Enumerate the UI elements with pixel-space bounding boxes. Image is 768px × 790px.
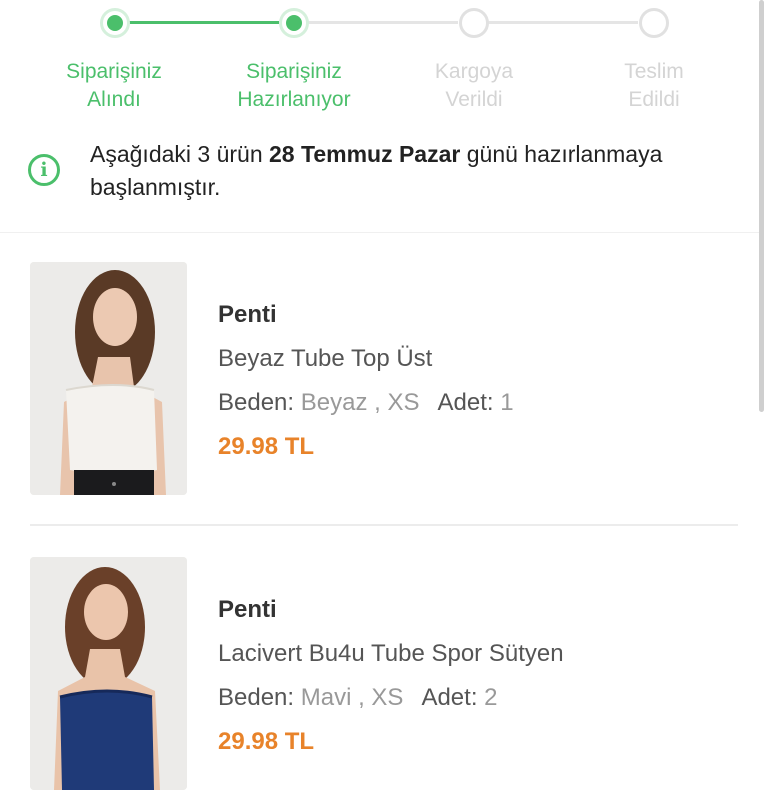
step-4-dot [639,8,669,38]
step-3-dot [459,8,489,38]
size-value: Beyaz , XS [300,389,420,416]
model-photo-navy-top [30,557,187,790]
product-brand: Penti [218,596,277,623]
preparation-info-text: Aşağıdaki 3 ürün 28 Temmuz Pazar günü ha… [90,141,663,200]
step-4-label: Teslim Edildi [624,60,684,111]
quantity-label: Adet: [421,684,478,711]
product-info: Penti Lacivert Bu4u Tube Spor Sütyen Bed… [218,588,564,764]
product-image[interactable] [30,262,187,495]
step-1-label: Siparişiniz Alındı [66,60,162,111]
info-circle-icon: i [28,154,60,186]
step-1-dot [100,8,130,38]
stepper-line-1 [129,21,279,24]
product-brand: Penti [218,301,277,328]
stepper-line-2 [308,21,458,24]
product-price: 29.98 TL [218,728,315,755]
scrollbar[interactable] [759,0,764,412]
product-image[interactable] [30,557,187,790]
product-price: 29.98 TL [218,433,315,460]
step-2-label: Siparişiniz Hazırlanıyor [237,60,351,111]
model-photo-white-top [30,262,187,495]
product-meta: Beden: Beyaz , XS Adet: 1 [218,381,514,425]
step-2-dot [279,8,309,38]
stepper-line-3 [488,21,638,24]
preparation-date: 28 Temmuz Pazar [269,141,461,167]
product-divider [30,524,738,526]
order-status-stepper: Siparişiniz Alındı Siparişiniz Hazırlanıyo… [0,0,768,125]
product-info: Penti Beyaz Tube Top Üst Beden: Beyaz , … [218,293,514,469]
product-name[interactable]: Beyaz Tube Top Üst [218,337,514,381]
product-item-1[interactable]: Penti Beyaz Tube Top Üst Beden: Beyaz , … [0,262,760,522]
size-label: Beden: [218,389,295,416]
section-divider [0,232,760,233]
quantity-value: 1 [500,389,514,416]
quantity-value: 2 [484,684,498,711]
product-item-2[interactable]: Penti Lacivert Bu4u Tube Spor Sütyen Bed… [0,557,760,790]
preparation-info-banner: i Aşağıdaki 3 ürün 28 Temmuz Pazar günü … [0,128,768,228]
product-meta: Beden: Mavi , XS Adet: 2 [218,676,564,720]
step-3-label: Kargoya Verildi [434,60,514,111]
size-label: Beden: [218,684,295,711]
product-name[interactable]: Lacivert Bu4u Tube Spor Sütyen [218,632,564,676]
size-value: Mavi , XS [300,684,404,711]
quantity-label: Adet: [437,389,494,416]
